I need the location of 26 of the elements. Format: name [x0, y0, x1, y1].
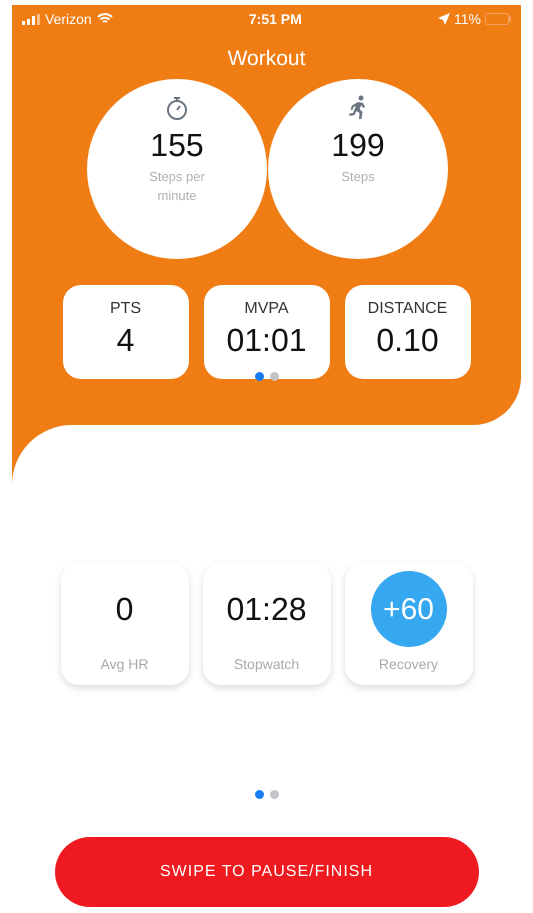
carrier-name: Verizon	[45, 10, 92, 28]
metric-label: MVPA	[244, 301, 289, 317]
stat-label: Steps	[340, 168, 376, 186]
metric-label: PTS	[110, 301, 142, 317]
metric-label: Avg HR	[100, 657, 148, 671]
stat-value: 155	[150, 129, 204, 161]
location-arrow-icon	[438, 13, 450, 25]
metric-label: Recovery	[378, 657, 438, 671]
metric-value: 01:01	[226, 324, 307, 356]
stat-label: Steps per minute	[148, 168, 206, 205]
stopwatch-icon	[165, 95, 189, 121]
battery-icon	[484, 13, 511, 25]
screen-title: Workout	[228, 48, 306, 69]
clock-time: 7:51 PM	[248, 10, 302, 28]
metric-value: 4	[116, 324, 134, 356]
metric-value: 0	[116, 593, 134, 625]
stat-value: 199	[331, 129, 385, 161]
metric-value: 01:28	[226, 593, 307, 625]
metric-label: Stopwatch	[234, 657, 300, 671]
metric-label: DISTANCE	[368, 301, 448, 317]
battery-percent: 11%	[454, 10, 481, 28]
swipe-button[interactable]: SWIPE TO PAUSE/FINISH	[54, 837, 478, 907]
signal-icon	[22, 14, 40, 24]
recovery-button[interactable]: +60	[370, 571, 446, 647]
metric-value: 0.10	[376, 324, 439, 356]
wifi-icon	[96, 13, 113, 25]
